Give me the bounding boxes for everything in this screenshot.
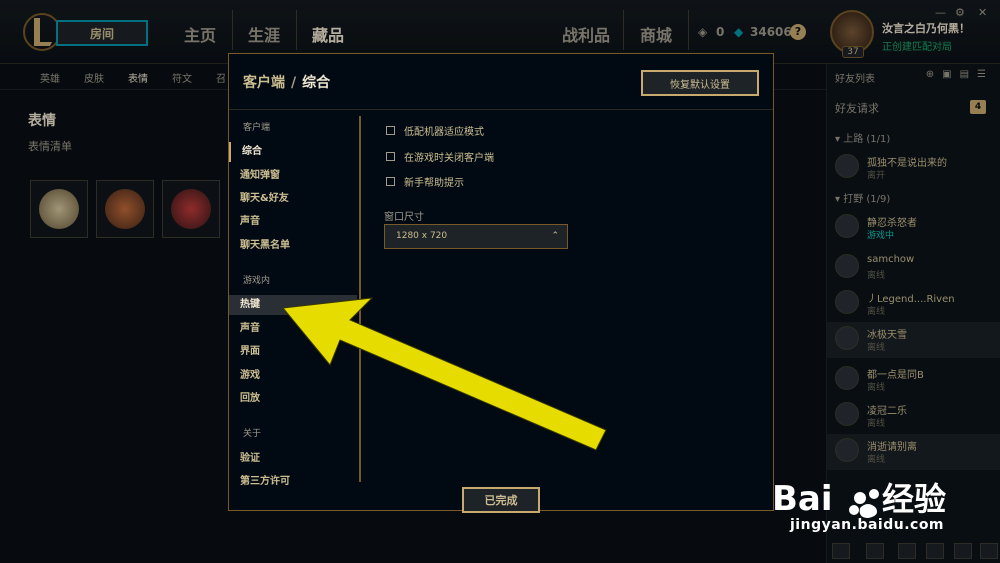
- watermark-url: jingyan.baidu.com: [790, 517, 945, 533]
- svg-text:经验: 经验: [882, 480, 946, 518]
- svg-text:Bai: Bai: [772, 479, 833, 519]
